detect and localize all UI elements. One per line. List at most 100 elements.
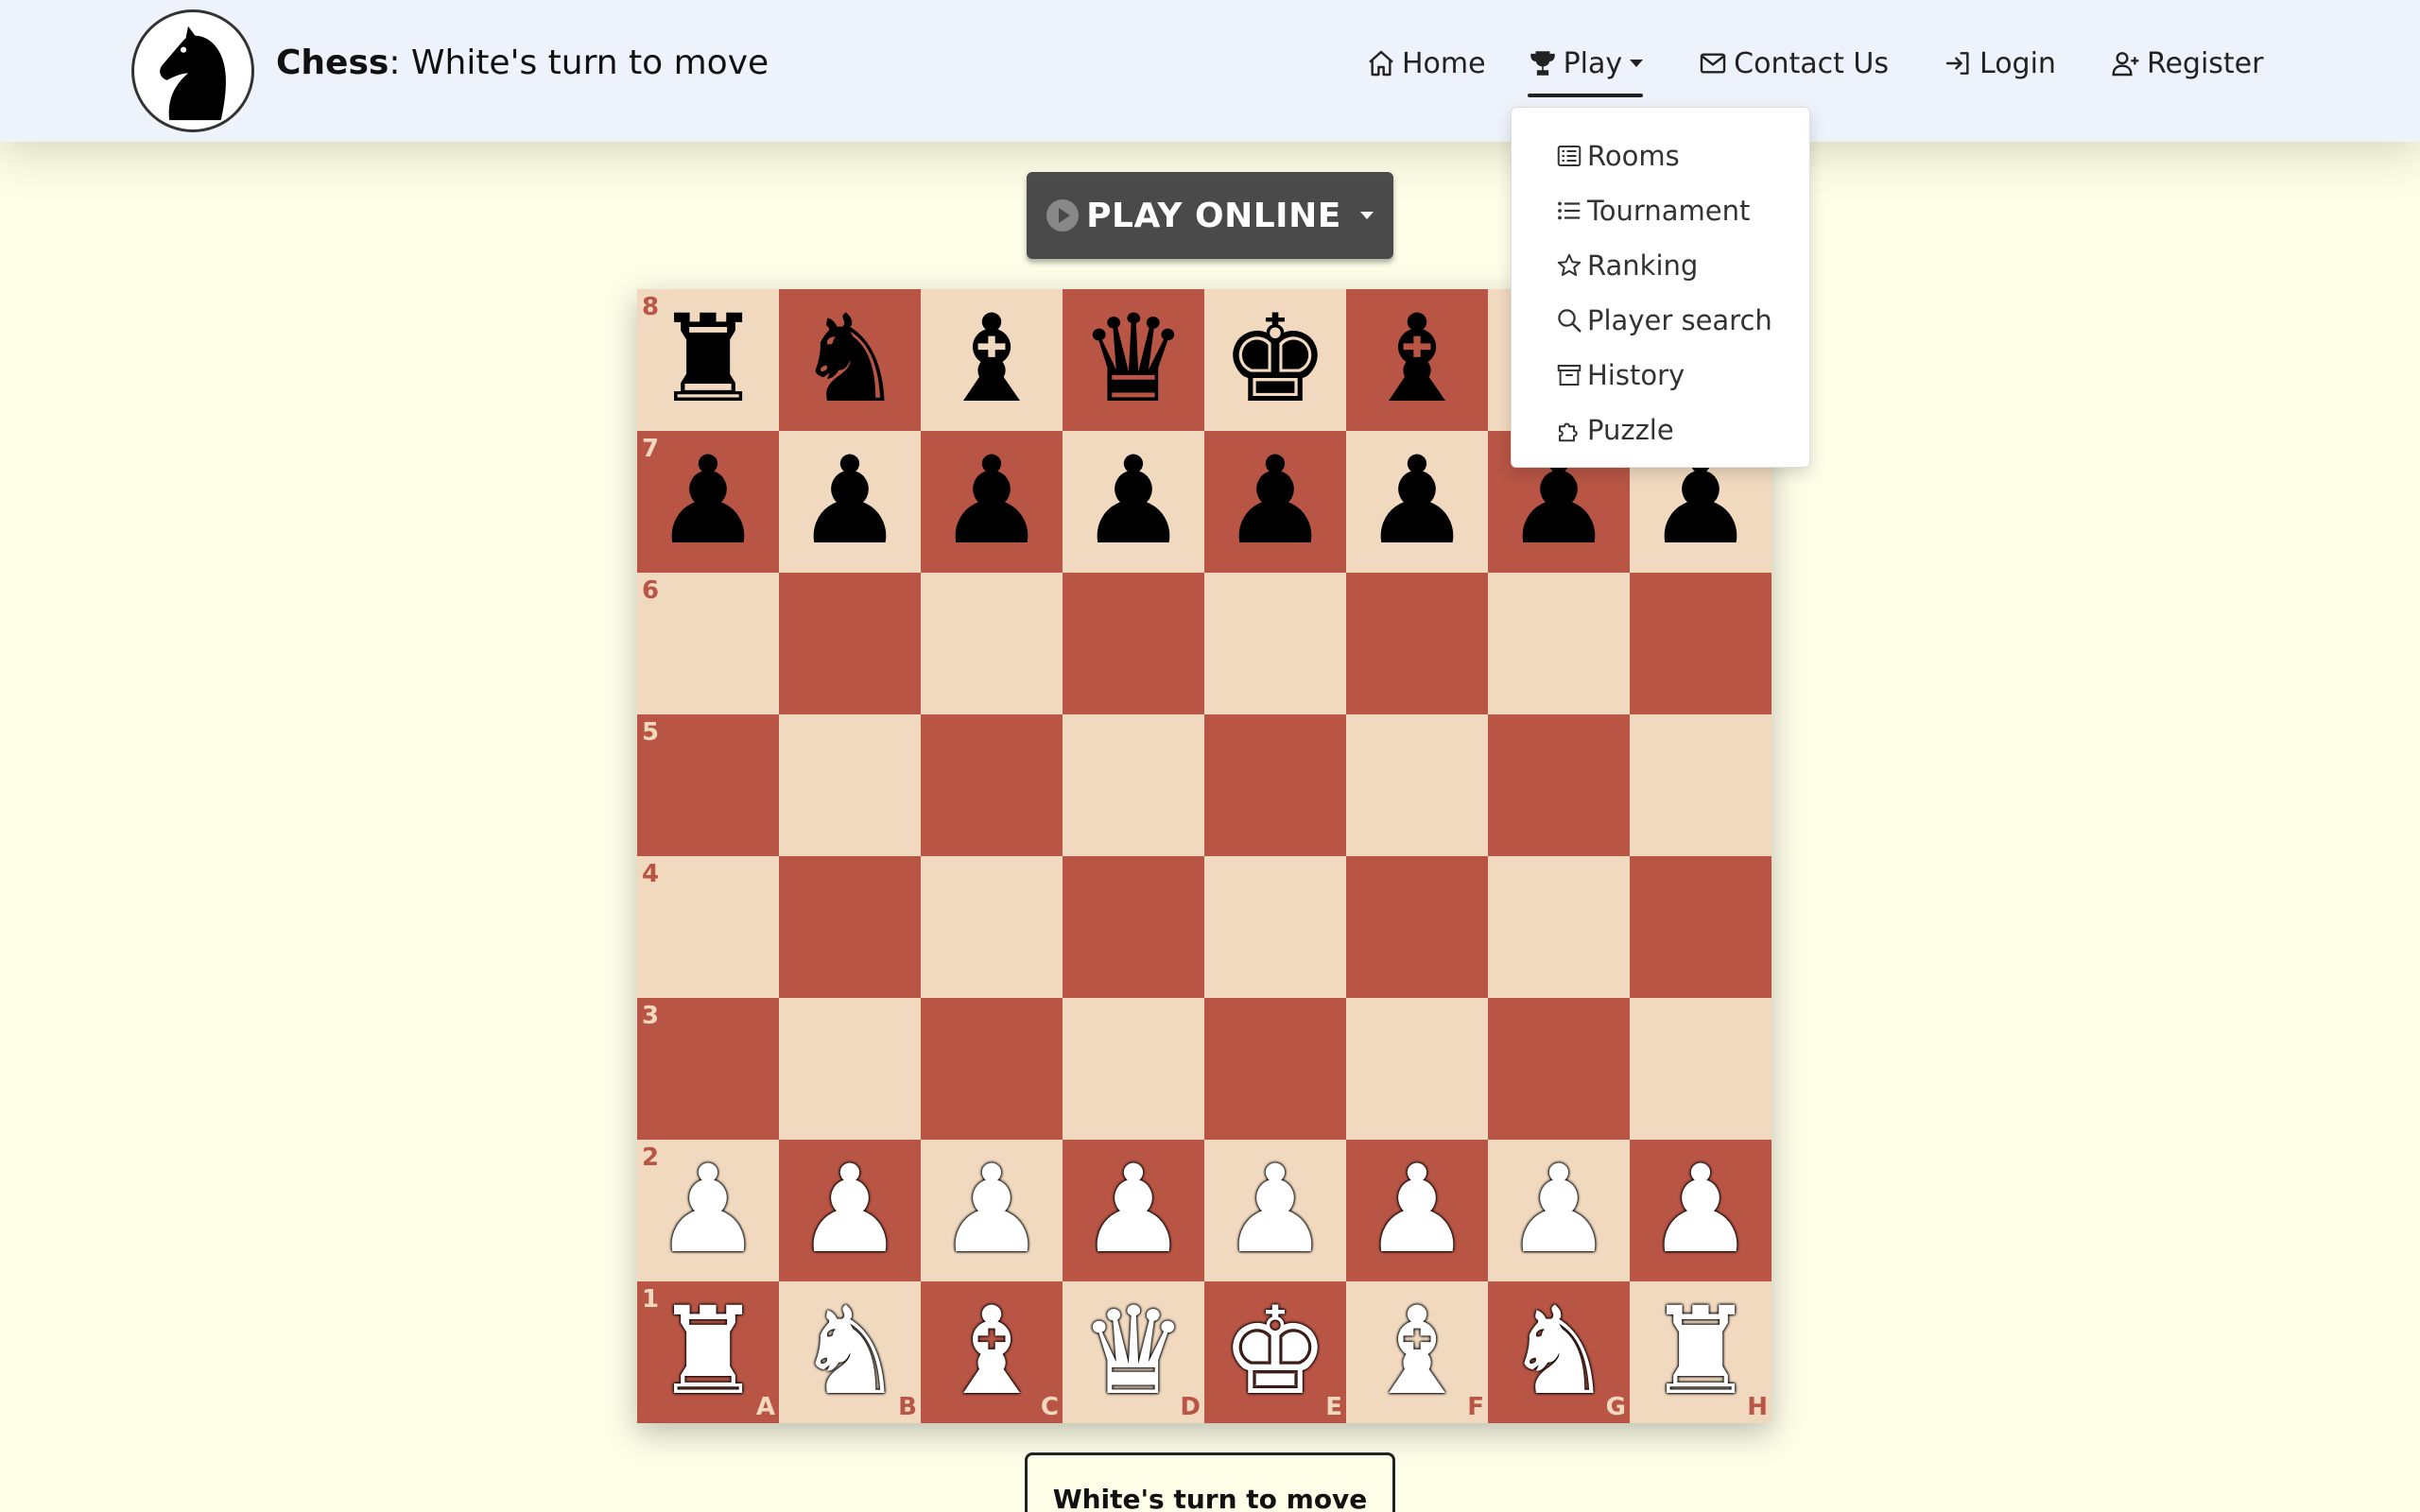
square-c7[interactable]: ♟ (921, 431, 1063, 573)
square-h5[interactable] (1630, 714, 1772, 856)
menu-item-puzzle[interactable]: Puzzle (1512, 403, 1809, 457)
square-a5[interactable]: 5 (637, 714, 779, 856)
square-d5[interactable] (1063, 714, 1204, 856)
white-knight-piece[interactable]: ♞ (796, 1292, 905, 1413)
play-online-button[interactable]: PLAY ONLINE (1027, 172, 1393, 259)
white-bishop-piece[interactable]: ♝ (938, 1292, 1046, 1413)
square-b7[interactable]: ♟ (779, 431, 921, 573)
square-e5[interactable] (1204, 714, 1346, 856)
white-rook-piece[interactable]: ♜ (654, 1292, 763, 1413)
menu-item-history[interactable]: History (1512, 348, 1809, 403)
square-a3[interactable]: 3 (637, 998, 779, 1140)
square-d8[interactable]: ♛ (1063, 289, 1204, 431)
nav-contact[interactable]: Contact Us (1698, 47, 1889, 80)
square-h6[interactable] (1630, 573, 1772, 714)
menu-item-ranking[interactable]: Ranking (1512, 238, 1809, 293)
square-f3[interactable] (1346, 998, 1488, 1140)
menu-item-tournament[interactable]: Tournament (1512, 183, 1809, 238)
square-d4[interactable] (1063, 856, 1204, 998)
black-king-piece[interactable]: ♚ (1221, 300, 1330, 421)
white-pawn-piece[interactable]: ♟ (1647, 1150, 1755, 1271)
white-knight-piece[interactable]: ♞ (1505, 1292, 1614, 1413)
square-b4[interactable] (779, 856, 921, 998)
square-d2[interactable]: ♟ (1063, 1140, 1204, 1281)
square-b6[interactable] (779, 573, 921, 714)
square-d7[interactable]: ♟ (1063, 431, 1204, 573)
square-b1[interactable]: B ♞ (779, 1281, 921, 1423)
square-f4[interactable] (1346, 856, 1488, 998)
square-a8[interactable]: 8 ♜ (637, 289, 779, 431)
black-pawn-piece[interactable]: ♟ (1080, 441, 1188, 562)
square-c6[interactable] (921, 573, 1063, 714)
white-bishop-piece[interactable]: ♝ (1363, 1292, 1472, 1413)
black-knight-piece[interactable]: ♞ (796, 300, 905, 421)
white-pawn-piece[interactable]: ♟ (796, 1150, 905, 1271)
square-d1[interactable]: D ♛ (1063, 1281, 1204, 1423)
square-c4[interactable] (921, 856, 1063, 998)
square-b8[interactable]: ♞ (779, 289, 921, 431)
white-king-piece[interactable]: ♚ (1221, 1292, 1330, 1413)
square-h4[interactable] (1630, 856, 1772, 998)
white-pawn-piece[interactable]: ♟ (1221, 1150, 1330, 1271)
turn-status-button[interactable]: White's turn to move (1025, 1452, 1395, 1512)
square-f5[interactable] (1346, 714, 1488, 856)
nav-login[interactable]: Login (1944, 47, 2056, 80)
square-f7[interactable]: ♟ (1346, 431, 1488, 573)
menu-item-rooms[interactable]: Rooms (1512, 129, 1809, 183)
square-c3[interactable] (921, 998, 1063, 1140)
menu-item-player-search[interactable]: Player search (1512, 293, 1809, 348)
square-f1[interactable]: F ♝ (1346, 1281, 1488, 1423)
square-e4[interactable] (1204, 856, 1346, 998)
square-g3[interactable] (1488, 998, 1630, 1140)
square-g5[interactable] (1488, 714, 1630, 856)
square-b3[interactable] (779, 998, 921, 1140)
black-queen-piece[interactable]: ♛ (1080, 300, 1188, 421)
white-pawn-piece[interactable]: ♟ (938, 1150, 1046, 1271)
black-pawn-piece[interactable]: ♟ (938, 441, 1046, 562)
nav-home[interactable]: Home (1366, 47, 1486, 80)
black-pawn-piece[interactable]: ♟ (1363, 441, 1472, 562)
knight-logo[interactable] (131, 9, 254, 132)
square-h3[interactable] (1630, 998, 1772, 1140)
square-e6[interactable] (1204, 573, 1346, 714)
square-c8[interactable]: ♝ (921, 289, 1063, 431)
square-f8[interactable]: ♝ (1346, 289, 1488, 431)
white-pawn-piece[interactable]: ♟ (654, 1150, 763, 1271)
square-e8[interactable]: ♚ (1204, 289, 1346, 431)
square-c5[interactable] (921, 714, 1063, 856)
black-pawn-piece[interactable]: ♟ (654, 441, 763, 562)
black-bishop-piece[interactable]: ♝ (938, 300, 1046, 421)
square-a6[interactable]: 6 (637, 573, 779, 714)
square-a7[interactable]: 7 ♟ (637, 431, 779, 573)
white-pawn-piece[interactable]: ♟ (1505, 1150, 1614, 1271)
black-rook-piece[interactable]: ♜ (654, 300, 763, 421)
square-a4[interactable]: 4 (637, 856, 779, 998)
black-pawn-piece[interactable]: ♟ (1221, 441, 1330, 562)
square-b5[interactable] (779, 714, 921, 856)
square-g4[interactable] (1488, 856, 1630, 998)
black-pawn-piece[interactable]: ♟ (796, 441, 905, 562)
square-b2[interactable]: ♟ (779, 1140, 921, 1281)
white-rook-piece[interactable]: ♜ (1647, 1292, 1755, 1413)
square-c1[interactable]: C ♝ (921, 1281, 1063, 1423)
nav-register[interactable]: Register (2111, 47, 2263, 80)
square-h1[interactable]: H ♜ (1630, 1281, 1772, 1423)
white-queen-piece[interactable]: ♛ (1080, 1292, 1188, 1413)
square-g1[interactable]: G ♞ (1488, 1281, 1630, 1423)
square-e3[interactable] (1204, 998, 1346, 1140)
square-e2[interactable]: ♟ (1204, 1140, 1346, 1281)
square-e7[interactable]: ♟ (1204, 431, 1346, 573)
square-a1[interactable]: 1 A ♜ (637, 1281, 779, 1423)
square-a2[interactable]: 2 ♟ (637, 1140, 779, 1281)
white-pawn-piece[interactable]: ♟ (1080, 1150, 1188, 1271)
square-d3[interactable] (1063, 998, 1204, 1140)
square-g6[interactable] (1488, 573, 1630, 714)
white-pawn-piece[interactable]: ♟ (1363, 1150, 1472, 1271)
square-d6[interactable] (1063, 573, 1204, 714)
square-f6[interactable] (1346, 573, 1488, 714)
square-f2[interactable]: ♟ (1346, 1140, 1488, 1281)
square-e1[interactable]: E ♚ (1204, 1281, 1346, 1423)
square-g2[interactable]: ♟ (1488, 1140, 1630, 1281)
nav-play[interactable]: Play (1527, 47, 1644, 97)
square-h2[interactable]: ♟ (1630, 1140, 1772, 1281)
